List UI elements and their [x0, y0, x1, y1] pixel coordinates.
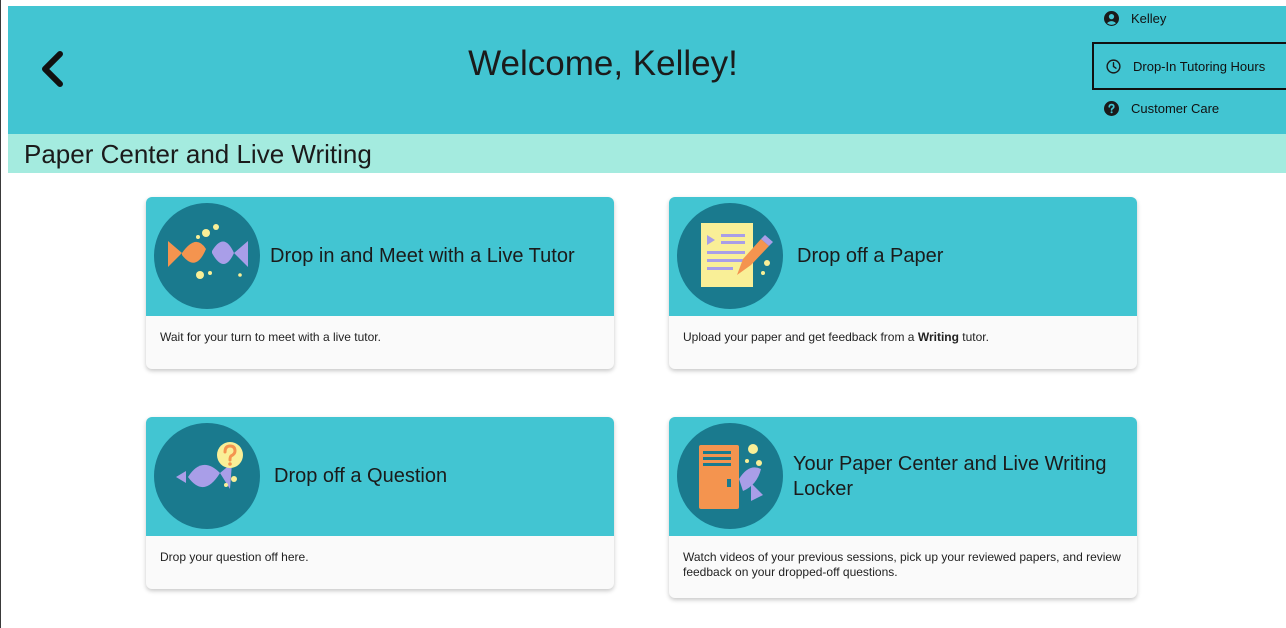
customer-care-label: Customer Care: [1131, 100, 1220, 116]
question-fish-icon: [154, 423, 260, 529]
section-bar: Paper Center and Live Writing: [8, 134, 1286, 173]
card-description: Upload your paper and get feedback from …: [669, 316, 1137, 345]
card-title: Drop off a Question: [274, 465, 448, 487]
card-title: Drop off a Paper: [797, 245, 944, 267]
locker-icon: [677, 423, 783, 529]
tutoring-hours-link[interactable]: Drop-In Tutoring Hours: [1092, 42, 1286, 90]
card-title: Drop in and Meet with a Live Tutor: [270, 245, 575, 267]
card-title: Your Paper Center and Live Writing Locke…: [793, 452, 1107, 500]
card-description: Wait for your turn to meet with a live t…: [160, 330, 381, 344]
user-profile-link[interactable]: Kelley: [1092, 0, 1286, 40]
card-drop-paper[interactable]: Drop off a Paper Upload your paper and g…: [669, 197, 1137, 369]
customer-care-link[interactable]: Customer Care: [1092, 86, 1286, 130]
card-description: Drop your question off here.: [160, 550, 309, 564]
card-writing-locker[interactable]: Your Paper Center and Live Writing Locke…: [669, 417, 1137, 598]
paper-pencil-icon: [677, 203, 783, 309]
card-description: Watch videos of your previous sessions, …: [683, 550, 1121, 579]
welcome-heading: Welcome, Kelley!: [468, 44, 738, 83]
card-header: Drop off a Question: [146, 417, 614, 536]
card-drop-question[interactable]: Drop off a Question Drop your question o…: [146, 417, 614, 589]
question-circle-icon: [1104, 100, 1119, 116]
user-circle-icon: [1104, 10, 1119, 26]
card-description-pre: Upload your paper and get feedback from …: [683, 330, 918, 344]
card-description-post: tutor.: [958, 330, 989, 344]
top-header: Welcome, Kelley! Kelley Drop-In Tutoring…: [8, 6, 1286, 134]
section-title: Paper Center and Live Writing: [24, 139, 372, 169]
card-header: Drop off a Paper: [669, 197, 1137, 316]
fish-icon: [154, 203, 260, 309]
card-header: Drop in and Meet with a Live Tutor: [146, 197, 614, 316]
card-live-tutor[interactable]: Drop in and Meet with a Live Tutor Wait …: [146, 197, 614, 369]
tutoring-hours-label: Drop-In Tutoring Hours: [1133, 58, 1266, 74]
user-name: Kelley: [1131, 10, 1167, 26]
window-edge: [0, 0, 1, 628]
card-header: Your Paper Center and Live Writing Locke…: [669, 417, 1137, 536]
card-description-bold: Writing: [917, 330, 959, 344]
clock-icon: [1106, 58, 1121, 74]
